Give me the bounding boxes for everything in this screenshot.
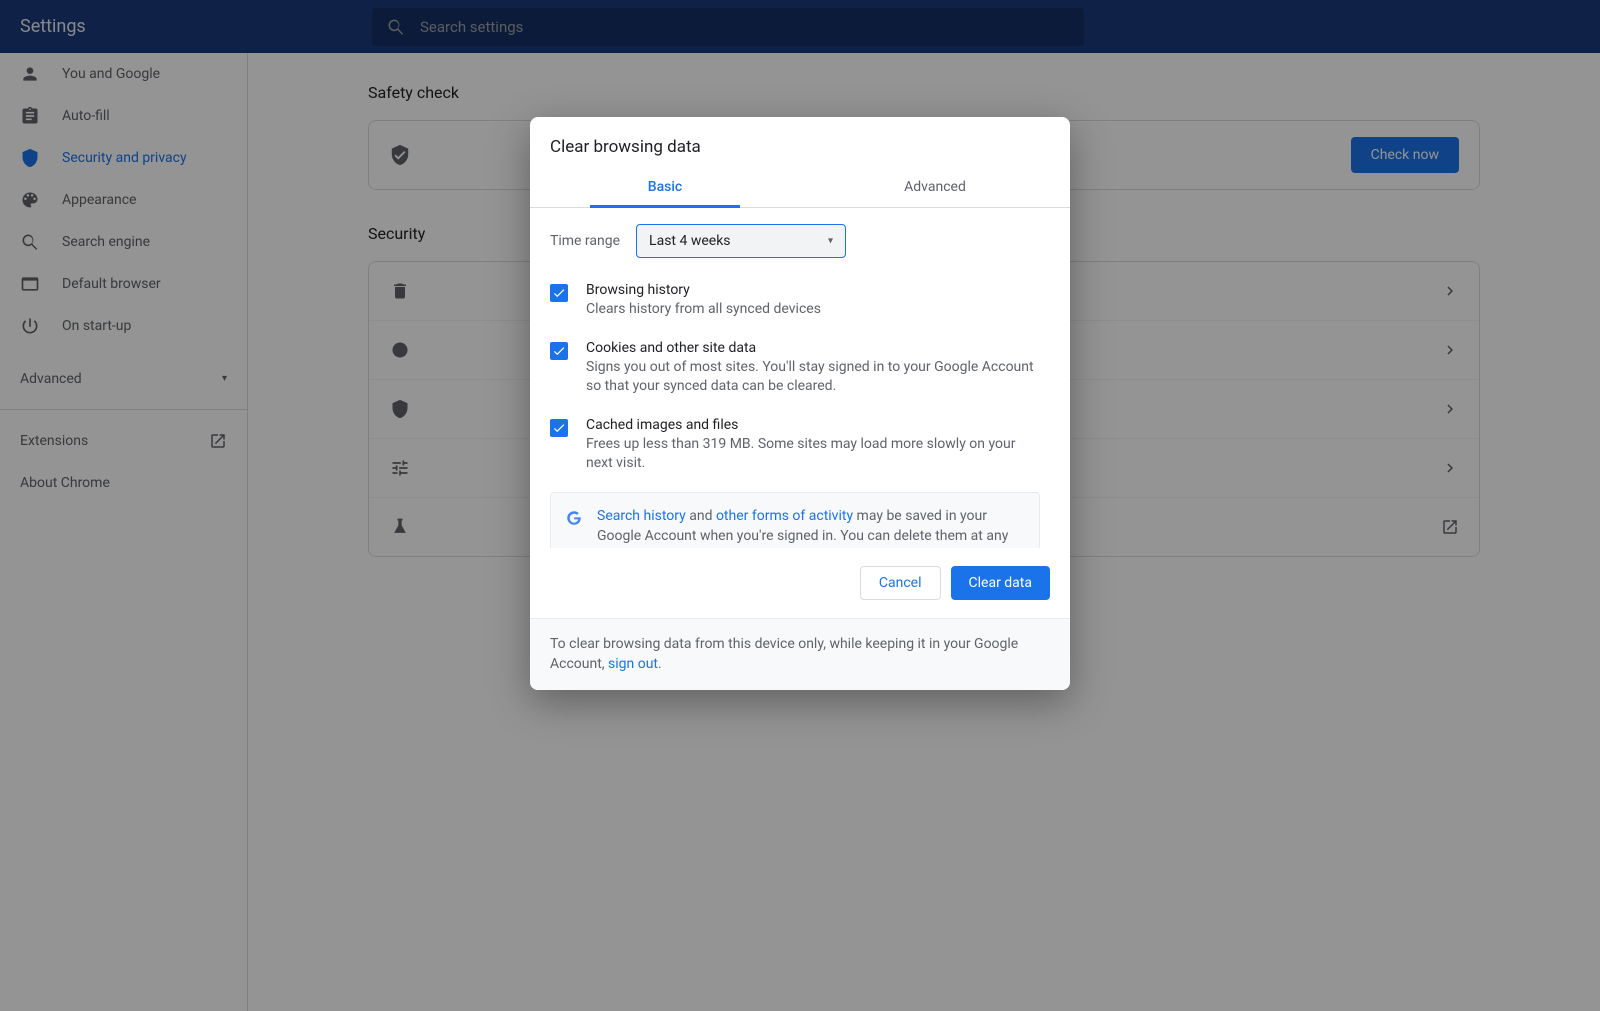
dialog-actions: Cancel Clear data (530, 548, 1070, 618)
sign-out-link[interactable]: sign out (608, 656, 658, 672)
dialog-footer: To clear browsing data from this device … (530, 618, 1070, 690)
time-range-select[interactable]: Last 4 weeks (636, 224, 846, 258)
option-cookies: Cookies and other site data Signs you ou… (550, 330, 1040, 407)
time-range-label: Time range (550, 233, 620, 249)
dialog-body: Time range Last 4 weeks Browsing history… (530, 208, 1070, 548)
option-browsing-history: Browsing history Clears history from all… (550, 272, 1040, 330)
option-subtitle: Frees up less than 319 MB. Some sites ma… (586, 435, 1040, 474)
option-title: Cookies and other site data (586, 340, 1040, 356)
dialog-title: Clear browsing data (530, 117, 1070, 169)
clear-browsing-data-dialog: Clear browsing data Basic Advanced Time … (530, 117, 1070, 690)
cancel-button[interactable]: Cancel (860, 566, 941, 600)
search-history-link[interactable]: Search history (597, 508, 686, 524)
option-title: Cached images and files (586, 417, 1040, 433)
checkbox-cookies[interactable] (550, 342, 568, 360)
option-cache: Cached images and files Frees up less th… (550, 407, 1040, 484)
option-subtitle: Clears history from all synced devices (586, 300, 1040, 320)
google-icon (565, 509, 583, 527)
other-activity-link[interactable]: other forms of activity (716, 508, 853, 524)
tab-advanced[interactable]: Advanced (800, 169, 1070, 207)
time-range-row: Time range Last 4 weeks (550, 224, 1040, 258)
check-icon (552, 286, 566, 300)
checkbox-cache[interactable] (550, 419, 568, 437)
checkbox-browsing-history[interactable] (550, 284, 568, 302)
google-account-info: Search history and other forms of activi… (550, 492, 1040, 548)
clear-data-button[interactable]: Clear data (951, 566, 1050, 600)
check-icon (552, 344, 566, 358)
dialog-tabs: Basic Advanced (530, 169, 1070, 208)
tab-basic[interactable]: Basic (530, 169, 800, 207)
check-icon (552, 421, 566, 435)
option-title: Browsing history (586, 282, 1040, 298)
option-subtitle: Signs you out of most sites. You'll stay… (586, 358, 1040, 397)
